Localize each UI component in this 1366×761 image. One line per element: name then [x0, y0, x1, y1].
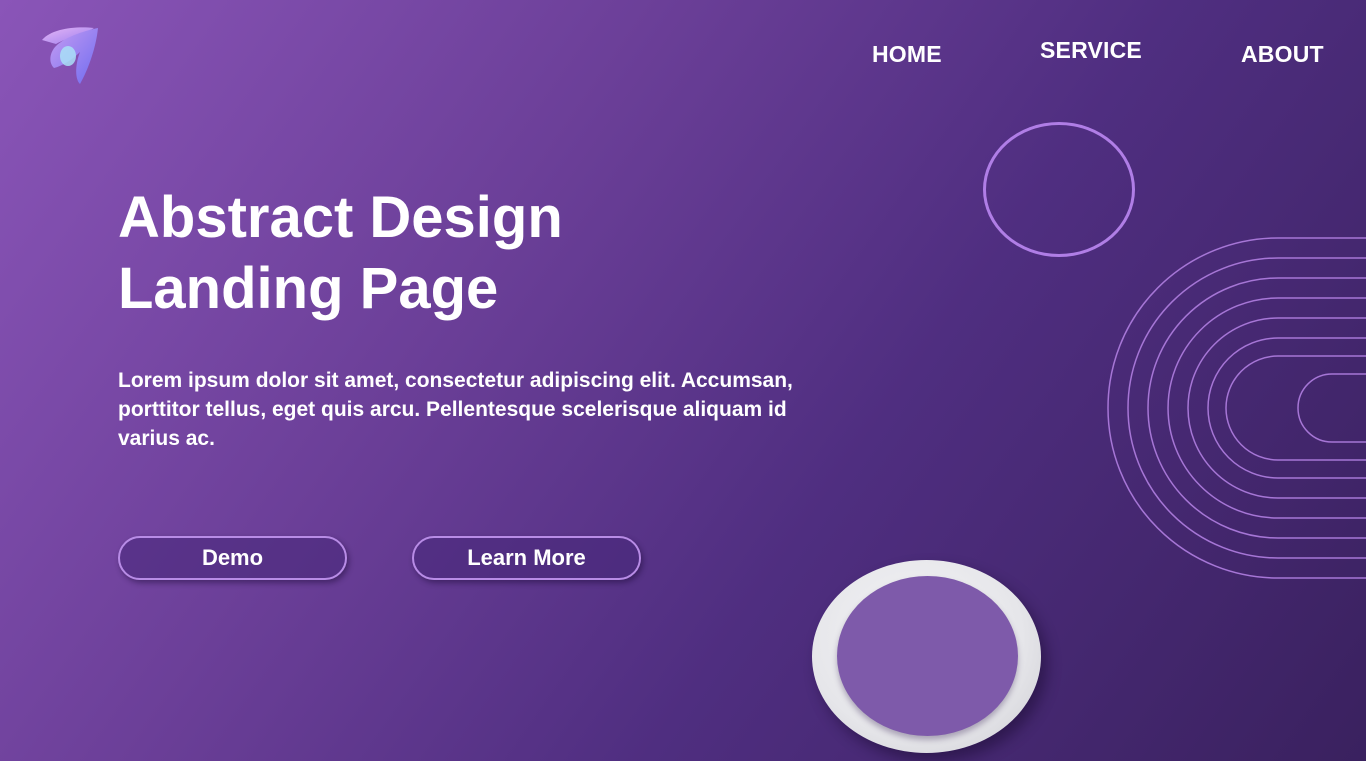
nav-home-link[interactable]: HOME	[872, 41, 942, 68]
hero-title-line2: Landing Page	[118, 256, 499, 321]
logo-icon[interactable]	[36, 22, 104, 90]
nav-about-link[interactable]: ABOUT	[1241, 41, 1324, 68]
hero-title-line1: Abstract Design	[118, 185, 563, 250]
demo-button[interactable]: Demo	[118, 536, 347, 580]
hero-description: Lorem ipsum dolor sit amet, consectetur …	[118, 369, 793, 450]
hero-title: Abstract Design Landing Page	[118, 182, 678, 324]
decorative-concentric-arcs	[1107, 237, 1366, 579]
decorative-disc-inner	[837, 576, 1018, 736]
learn-more-button[interactable]: Learn More	[412, 536, 641, 580]
nav-service-link[interactable]: SERVICE	[1040, 37, 1142, 64]
